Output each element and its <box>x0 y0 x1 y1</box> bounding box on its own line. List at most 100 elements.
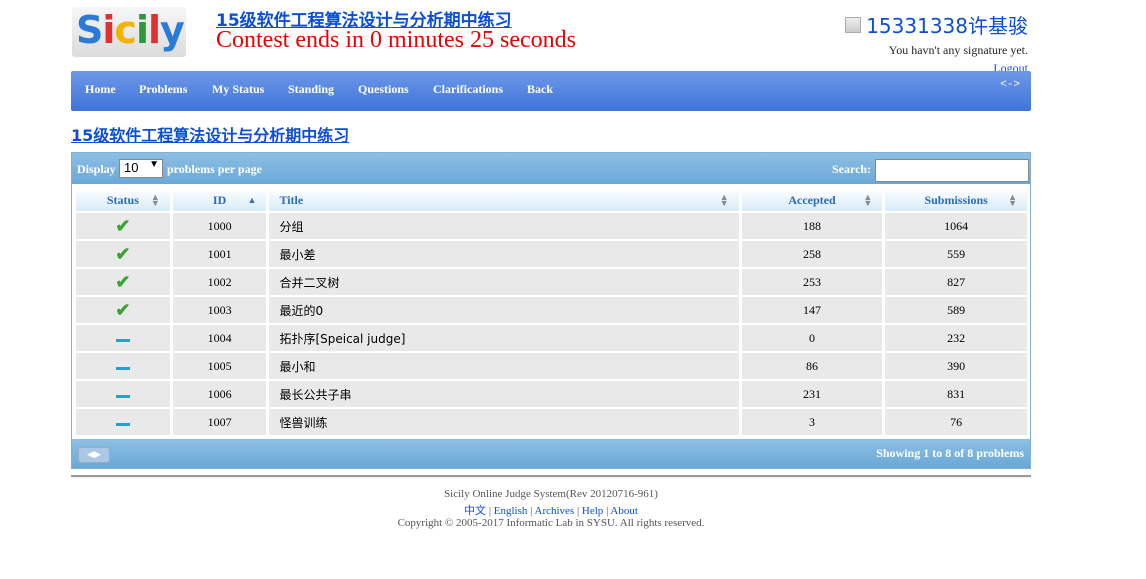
pagination-arrows-icon[interactable]: ◀▶ <box>78 447 110 463</box>
cell-status: ✔ <box>76 297 170 323</box>
footer-link-archives[interactable]: Archives <box>535 505 575 517</box>
logo-letter: S <box>76 8 103 52</box>
cell-status <box>76 381 170 407</box>
problem-title-link[interactable]: 最近的0 <box>279 304 323 318</box>
problem-title-link[interactable]: 最小和 <box>279 360 315 374</box>
table-header-row: Status ▲ ▼ ID ▲ Title ▲ ▼ Accepted ▲ ▼ Submissi… <box>76 189 1027 211</box>
problem-title-link[interactable]: 分组 <box>279 220 303 234</box>
checkmark-icon: ✔ <box>115 299 131 320</box>
avatar[interactable] <box>845 16 862 33</box>
cell-id: 1004 <box>172 325 267 351</box>
logo-letter: c <box>114 8 137 52</box>
table-row[interactable]: 1007 怪兽训练 3 76 <box>76 409 1027 435</box>
cell-accepted: 3 <box>741 409 883 435</box>
cell-title[interactable]: 最近的0 <box>269 297 739 323</box>
nav-problems[interactable]: Problems <box>139 82 187 97</box>
col-title-label: Title <box>279 192 304 207</box>
logo-letter: l <box>147 8 161 52</box>
footer-link-english[interactable]: English <box>494 505 528 517</box>
col-id[interactable]: ID ▲ <box>172 189 267 211</box>
cell-title[interactable]: 最小差 <box>269 241 739 267</box>
col-submissions-label: Submissions <box>924 192 988 207</box>
cell-submissions: 827 <box>885 269 1027 295</box>
table-row[interactable]: ✔ 1002 合并二叉树 253 827 <box>76 269 1027 295</box>
sort-both-icon: ▲ ▼ <box>150 192 160 208</box>
cell-title[interactable]: 最小和 <box>269 353 739 379</box>
logo-letter: i <box>135 8 149 52</box>
problem-title-link[interactable]: 最长公共子串 <box>279 388 351 402</box>
username-link[interactable]: 15331338许基骏 <box>866 10 1028 39</box>
page-size-select[interactable]: 10 ▼ <box>119 159 163 178</box>
problem-title-link[interactable]: 拓扑序[Speical judge] <box>279 332 405 346</box>
nav-clarifications[interactable]: Clarifications <box>433 82 503 97</box>
col-title[interactable]: Title ▲ ▼ <box>269 189 739 211</box>
table-row[interactable]: ✔ 1003 最近的0 147 589 <box>76 297 1027 323</box>
user-panel: 15331338许基骏 You havn't any signature yet… <box>845 10 1028 76</box>
cell-submissions: 831 <box>885 381 1027 407</box>
table-row[interactable]: ✔ 1000 分组 188 1064 <box>76 213 1027 239</box>
nav-toggle-button[interactable]: <-> <box>1000 79 1020 91</box>
problem-title-link[interactable]: 最小差 <box>279 248 315 262</box>
dash-icon <box>115 366 130 370</box>
dash-icon <box>115 338 130 342</box>
nav-questions[interactable]: Questions <box>358 82 409 97</box>
footer-system: Sicily Online Judge System(Rev 20120716-… <box>444 488 658 500</box>
user-line: 15331338许基骏 <box>845 10 1028 39</box>
cell-title[interactable]: 怪兽训练 <box>269 409 739 435</box>
divider <box>71 475 1031 478</box>
checkmark-icon: ✔ <box>115 243 131 264</box>
cell-submissions: 76 <box>885 409 1027 435</box>
cell-accepted: 86 <box>741 353 883 379</box>
sort-both-icon: ▲ ▼ <box>863 192 873 208</box>
search-input[interactable] <box>875 159 1029 182</box>
cell-submissions: 1064 <box>885 213 1027 239</box>
dash-icon <box>115 422 130 426</box>
logo-letter: y <box>160 8 185 52</box>
col-submissions[interactable]: Submissions ▲ ▼ <box>885 189 1027 211</box>
nav-home[interactable]: Home <box>85 82 116 97</box>
sort-both-icon: ▲ ▼ <box>719 192 729 208</box>
col-status[interactable]: Status ▲ ▼ <box>76 189 170 211</box>
cell-status <box>76 409 170 435</box>
table-row[interactable]: 1005 最小和 86 390 <box>76 353 1027 379</box>
showing-info: Showing 1 to 8 of 8 problems <box>876 446 1024 460</box>
cell-title[interactable]: 最长公共子串 <box>269 381 739 407</box>
nav-standing[interactable]: Standing <box>288 82 334 97</box>
cell-title[interactable]: 合并二叉树 <box>269 269 739 295</box>
problem-title-link[interactable]: 怪兽训练 <box>279 416 327 430</box>
sicily-logo[interactable]: Sicily <box>72 7 186 57</box>
page-title[interactable]: 15级软件工程算法设计与分析期中练习 <box>71 122 349 146</box>
cell-status: ✔ <box>76 213 170 239</box>
cell-status <box>76 353 170 379</box>
checkmark-icon: ✔ <box>115 271 131 292</box>
contest-countdown: Contest ends in 0 minutes 25 seconds <box>216 27 576 53</box>
page-size-value: 10 <box>124 160 139 175</box>
footer-link-chinese[interactable]: 中文 <box>464 505 486 517</box>
sort-both-icon: ▲ ▼ <box>1008 192 1017 208</box>
logo-wordmark: Sicily <box>76 5 185 55</box>
footer-link-about[interactable]: About <box>610 505 638 517</box>
cell-id: 1005 <box>172 353 267 379</box>
checkmark-icon: ✔ <box>115 215 131 236</box>
sort-asc-icon: ▲ <box>247 195 257 205</box>
table-row[interactable]: 1004 拓扑序[Speical judge] 0 232 <box>76 325 1027 351</box>
cell-submissions: 589 <box>885 297 1027 323</box>
display-label: Display <box>77 162 116 176</box>
nav-back[interactable]: Back <box>527 82 553 97</box>
cell-status <box>76 325 170 351</box>
cell-status: ✔ <box>76 269 170 295</box>
cell-accepted: 253 <box>741 269 883 295</box>
nav-my-status[interactable]: My Status <box>212 82 264 97</box>
cell-status: ✔ <box>76 241 170 267</box>
cell-title[interactable]: 拓扑序[Speical judge] <box>269 325 739 351</box>
table-row[interactable]: ✔ 1001 最小差 258 559 <box>76 241 1027 267</box>
footer-link-help[interactable]: Help <box>582 505 603 517</box>
cell-submissions: 232 <box>885 325 1027 351</box>
table-row[interactable]: 1006 最长公共子串 231 831 <box>76 381 1027 407</box>
problem-title-link[interactable]: 合并二叉树 <box>279 276 339 290</box>
user-signature: You havn't any signature yet. <box>888 43 1028 57</box>
col-status-label: Status <box>106 192 139 207</box>
col-accepted[interactable]: Accepted ▲ ▼ <box>741 189 883 211</box>
cell-title[interactable]: 分组 <box>269 213 739 239</box>
footer-links: 中文 | English | Archives | Help | About <box>464 505 638 517</box>
